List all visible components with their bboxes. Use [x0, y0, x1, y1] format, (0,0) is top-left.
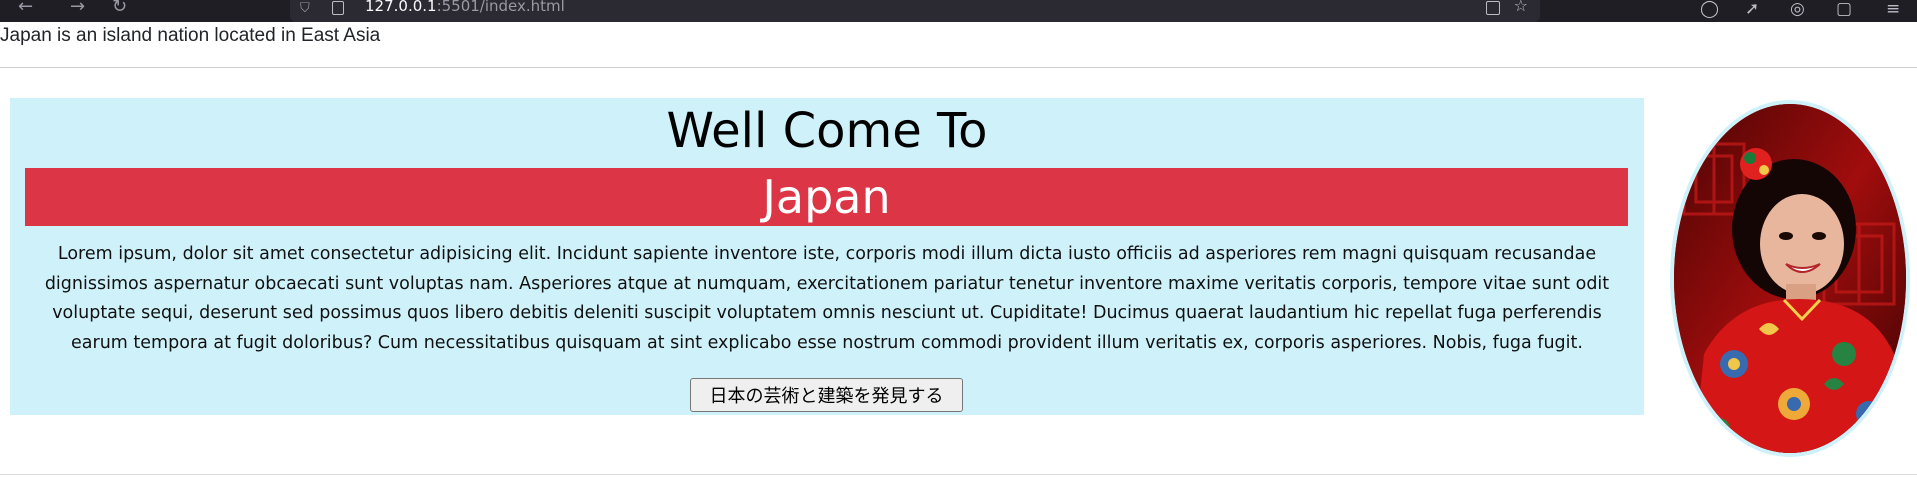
- page-icon: [332, 1, 344, 15]
- sync-icon[interactable]: ◎: [1790, 0, 1805, 19]
- hero-section: Well Come To Japan Lorem ipsum, dolor si…: [10, 98, 1644, 415]
- country-banner: Japan: [25, 168, 1628, 226]
- account-icon[interactable]: ◯: [1700, 0, 1719, 19]
- extension-icon[interactable]: ➚: [1745, 0, 1759, 19]
- back-icon[interactable]: ←: [18, 0, 33, 16]
- intro-paragraph: Lorem ipsum, dolor sit amet consectetur …: [44, 244, 1610, 353]
- divider: [0, 67, 1917, 68]
- footer-divider: [0, 474, 1917, 475]
- menu-icon[interactable]: ≡: [1886, 0, 1900, 19]
- address-bar[interactable]: ⛉ 127.0.0.1:5501/index.html ☆: [290, 0, 1540, 22]
- portrait-image: [1670, 100, 1910, 457]
- welcome-heading: Well Come To: [666, 103, 988, 159]
- window-icon[interactable]: ▢: [1836, 0, 1852, 19]
- reload-icon[interactable]: ↻: [112, 0, 127, 16]
- forward-icon[interactable]: →: [70, 0, 85, 16]
- star-icon[interactable]: ☆: [1514, 0, 1528, 15]
- url-text[interactable]: 127.0.0.1:5501/index.html: [365, 0, 565, 15]
- header-tagline: Japan is an island nation located in Eas…: [0, 25, 381, 46]
- browser-toolbar: ← → ↻ ⛉ 127.0.0.1:5501/index.html ☆ ◯ ➚ …: [0, 0, 1917, 22]
- shield-icon[interactable]: ⛉: [300, 1, 310, 16]
- bookmark-icon[interactable]: [1486, 1, 1500, 15]
- discover-art-button[interactable]: 日本の芸術と建築を発見する: [690, 378, 963, 412]
